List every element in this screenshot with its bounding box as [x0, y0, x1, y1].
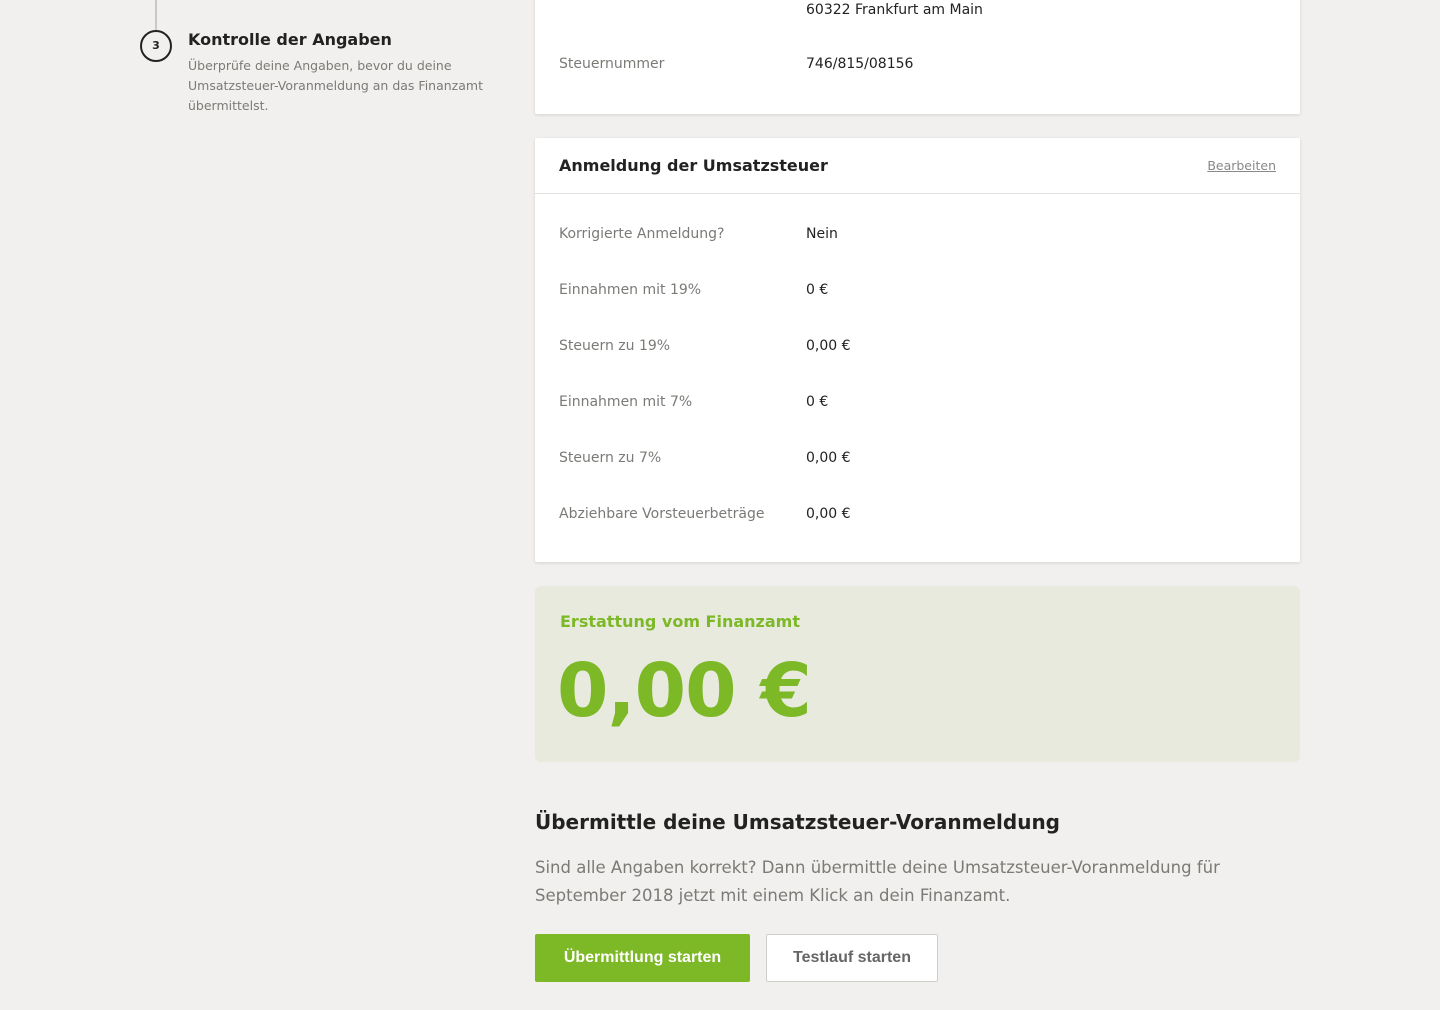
taxpayer-card: 60322 Frankfurt am Main Steuernummer 746… — [535, 0, 1300, 114]
tax-number-value: 746/815/08156 — [806, 56, 914, 72]
detail-row: Einnahmen mit 7% 0 € — [559, 394, 1279, 414]
submit-heading: Übermittle deine Umsatzsteuer-Voranmeldu… — [535, 810, 1060, 834]
detail-value: 0,00 € — [806, 338, 851, 354]
detail-value: Nein — [806, 226, 838, 242]
refund-label: Erstattung vom Finanzamt — [560, 612, 800, 631]
detail-value: 0 € — [806, 394, 829, 410]
detail-value: 0,00 € — [806, 450, 851, 466]
page: 3 Kontrolle der Angaben Überprüfe deine … — [0, 0, 1440, 1010]
card-header: Anmeldung der Umsatzsteuer Bearbeiten — [535, 138, 1300, 194]
stepper-line — [155, 0, 157, 30]
detail-label: Korrigierte Anmeldung? — [559, 226, 725, 242]
step-description: Überprüfe deine Angaben, bevor du deine … — [188, 58, 483, 113]
detail-label: Einnahmen mit 19% — [559, 282, 702, 298]
edit-link[interactable]: Bearbeiten — [1207, 158, 1276, 173]
step-title: Kontrolle der Angaben — [188, 30, 392, 49]
step-number-badge: 3 — [140, 30, 172, 62]
detail-label: Abziehbare Vorsteuerbeträge — [559, 506, 765, 522]
detail-row: Korrigierte Anmeldung? Nein — [559, 226, 1279, 246]
tax-number-row: Steuernummer 746/815/08156 — [559, 56, 1279, 76]
vat-declaration-card: Anmeldung der Umsatzsteuer Bearbeiten Ko… — [535, 138, 1300, 562]
detail-label: Steuern zu 7% — [559, 450, 662, 466]
start-test-run-button[interactable]: Testlauf starten — [766, 934, 938, 982]
detail-row: Einnahmen mit 19% 0 € — [559, 282, 1279, 302]
refund-summary: Erstattung vom Finanzamt 0,00 € — [535, 586, 1300, 762]
address-row: 60322 Frankfurt am Main — [559, 2, 1279, 22]
detail-value: 0 € — [806, 282, 829, 298]
detail-row: Abziehbare Vorsteuerbeträge 0,00 € — [559, 506, 1279, 526]
refund-amount: 0,00 € — [557, 648, 812, 734]
detail-value: 0,00 € — [806, 506, 851, 522]
start-submission-button[interactable]: Übermittlung starten — [535, 934, 750, 982]
submit-description: Sind alle Angaben korrekt? Dann übermitt… — [535, 858, 1220, 905]
detail-label: Steuern zu 19% — [559, 338, 671, 354]
detail-row: Steuern zu 7% 0,00 € — [559, 450, 1279, 470]
tax-number-label: Steuernummer — [559, 56, 665, 72]
card-title: Anmeldung der Umsatzsteuer — [559, 156, 828, 175]
address-line: 60322 Frankfurt am Main — [806, 2, 983, 18]
detail-row: Steuern zu 19% 0,00 € — [559, 338, 1279, 358]
detail-label: Einnahmen mit 7% — [559, 394, 693, 410]
